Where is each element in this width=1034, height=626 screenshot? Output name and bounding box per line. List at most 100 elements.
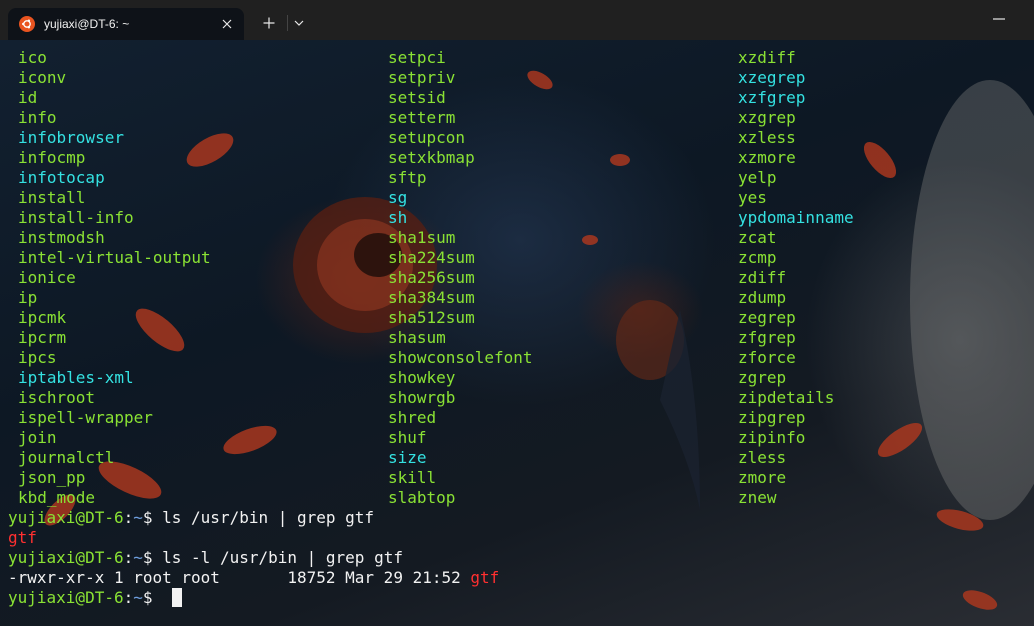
file-name: yelp	[738, 168, 777, 187]
file-name: sh	[388, 208, 408, 227]
listing-row: ipcs showconsolefont zforce	[0, 348, 1034, 368]
file-name: zipgrep	[738, 408, 806, 427]
listing-row: join shuf zipinfo	[0, 428, 1034, 448]
prompt-path: ~	[133, 548, 143, 567]
file-name: zipinfo	[738, 428, 806, 447]
file-name: shasum	[388, 328, 446, 347]
command-text: ls /usr/bin | grep gtf	[162, 508, 375, 527]
file-name: sha256sum	[388, 268, 475, 287]
file-name: zcmp	[738, 248, 777, 267]
prompt-path: ~	[133, 508, 143, 527]
prompt-separator: :	[123, 508, 134, 527]
listing-row: ischroot showrgb zipdetails	[0, 388, 1034, 408]
file-name: showconsolefont	[388, 348, 533, 367]
listing-row: iconv setpriv xzegrep	[0, 68, 1034, 88]
file-name: zgrep	[738, 368, 787, 387]
terminal-output: ico setpci xzdiff iconv setpriv xzegrep id sets…	[0, 48, 1034, 608]
cursor[interactable]	[172, 588, 183, 607]
prompt-separator: :	[123, 588, 134, 607]
listing-row: ispell-wrapper shred zipgrep	[0, 408, 1034, 428]
file-name: sha1sum	[388, 228, 456, 247]
prompt-path: ~	[133, 588, 143, 607]
chevron-down-icon[interactable]	[290, 12, 308, 34]
file-name: zforce	[738, 348, 796, 367]
file-name: shuf	[388, 428, 427, 447]
prompt-separator: :	[123, 548, 134, 567]
prompt-line: yujiaxi@DT-6:~$	[0, 588, 1034, 608]
terminal-tab[interactable]: yujiaxi@DT-6: ~	[8, 8, 244, 40]
grep-match: gtf	[470, 568, 500, 587]
file-name: setsid	[388, 88, 446, 107]
prompt-symbol: $	[142, 548, 163, 567]
output-line: gtf	[0, 528, 1034, 548]
output-line: -rwxr-xr-x 1 root root 18752 Mar 29 21:5…	[0, 568, 1034, 588]
file-name: showrgb	[388, 388, 456, 407]
prompt-line: yujiaxi@DT-6:~$ ls -l /usr/bin | grep gt…	[0, 548, 1034, 568]
file-name: size	[388, 448, 427, 467]
file-name: zipdetails	[738, 388, 835, 407]
terminal-pane[interactable]: ico setpci xzdiff iconv setpriv xzegrep id sets…	[0, 40, 1034, 626]
file-name: zfgrep	[738, 328, 796, 347]
file-name: yes	[738, 188, 767, 207]
file-name: infocmp	[18, 148, 86, 167]
file-name: ipcmk	[18, 308, 67, 327]
file-name: sha384sum	[388, 288, 475, 307]
close-icon[interactable]	[218, 15, 236, 33]
listing-row: kbd_mode slabtop znew	[0, 488, 1034, 508]
file-name: intel-virtual-output	[18, 248, 211, 267]
file-name: setpci	[388, 48, 446, 67]
file-name: install	[18, 188, 86, 207]
plus-icon[interactable]	[258, 12, 280, 34]
file-name: xzless	[738, 128, 796, 147]
command-text: ls -l /usr/bin | grep gtf	[162, 548, 403, 567]
listing-row: install sg yes	[0, 188, 1034, 208]
file-name: showkey	[388, 368, 456, 387]
listing-row: instmodsh sha1sum zcat	[0, 228, 1034, 248]
file-name: sg	[388, 188, 408, 207]
listing-row: ipcmk sha512sum zegrep	[0, 308, 1034, 328]
file-name: sha512sum	[388, 308, 475, 327]
file-name: ispell-wrapper	[18, 408, 153, 427]
file-name: setterm	[388, 108, 456, 127]
listing-row: info setterm xzgrep	[0, 108, 1034, 128]
file-name: install-info	[18, 208, 134, 227]
minimize-icon[interactable]	[984, 6, 1014, 32]
file-name: ico	[18, 48, 47, 67]
file-name: shred	[388, 408, 437, 427]
file-name: skill	[388, 468, 437, 487]
listing-row: id setsid xzfgrep	[0, 88, 1034, 108]
file-name: xzgrep	[738, 108, 796, 127]
file-name: znew	[738, 488, 777, 507]
file-name: json_pp	[18, 468, 86, 487]
file-name: zdump	[738, 288, 787, 307]
listing-row: ip sha384sum zdump	[0, 288, 1034, 308]
file-name: zdiff	[738, 268, 787, 287]
file-name: ip	[18, 288, 38, 307]
file-name: journalctl	[18, 448, 115, 467]
prompt-line: yujiaxi@DT-6:~$ ls /usr/bin | grep gtf	[0, 508, 1034, 528]
file-name: instmodsh	[18, 228, 105, 247]
file-name: ipcrm	[18, 328, 67, 347]
file-name: xzmore	[738, 148, 796, 167]
divider	[287, 15, 288, 31]
tab-title: yujiaxi@DT-6: ~	[44, 17, 130, 31]
grep-match: gtf	[8, 528, 37, 547]
file-name: id	[18, 88, 38, 107]
listing-row: infobrowser setupcon xzless	[0, 128, 1034, 148]
file-name: info	[18, 108, 57, 127]
listing-row: infotocap sftp yelp	[0, 168, 1034, 188]
file-name: infobrowser	[18, 128, 124, 147]
file-name: setpriv	[388, 68, 456, 87]
file-name: zcat	[738, 228, 777, 247]
listing-row: infocmp setxkbmap xzmore	[0, 148, 1034, 168]
file-name: zmore	[738, 468, 787, 487]
prompt-user: yujiaxi@DT-6	[8, 548, 124, 567]
listing-row: intel-virtual-output sha224sum zcmp	[0, 248, 1034, 268]
prompt-user: yujiaxi@DT-6	[8, 508, 124, 527]
file-name: ipcs	[18, 348, 57, 367]
file-name: setxkbmap	[388, 148, 475, 167]
file-name: infotocap	[18, 168, 105, 187]
file-details: -rwxr-xr-x 1 root root 18752 Mar 29 21:5…	[8, 568, 471, 587]
file-name: iptables-xml	[18, 368, 134, 387]
file-name: xzdiff	[738, 48, 796, 67]
